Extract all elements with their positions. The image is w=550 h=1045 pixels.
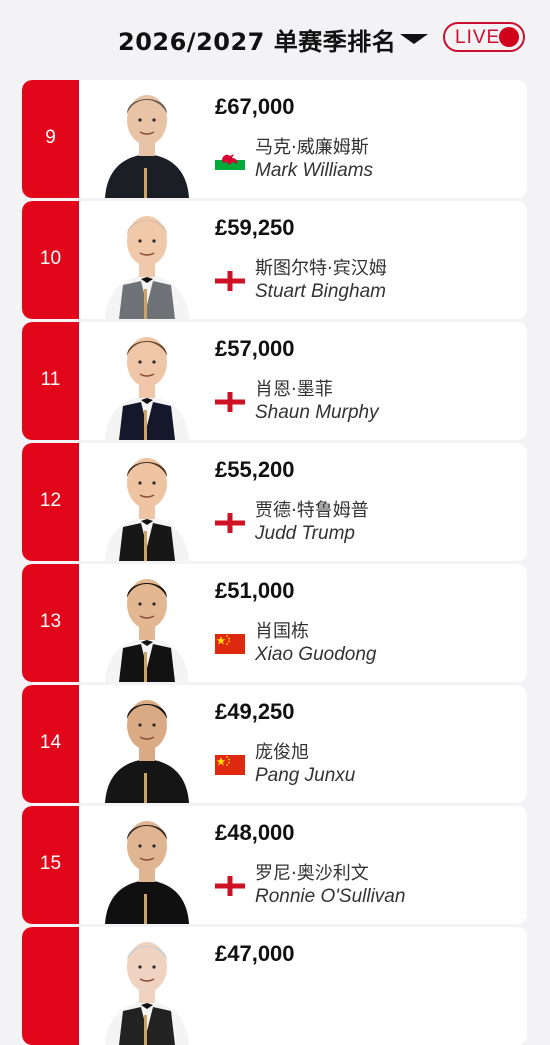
player-photo [97, 84, 197, 198]
player-card[interactable]: 12 £55,200 贾德·特鲁姆普 Judd Trump [22, 443, 527, 561]
rank-number: 11 [40, 369, 61, 390]
player-name-chinese: 庞俊旭 [255, 742, 309, 763]
player-name-english: Pang Junxu [255, 765, 356, 786]
player-card[interactable]: 15 £48,000 罗尼·奥沙利文 Ronnie O'Sullivan [22, 806, 527, 924]
player-card[interactable]: £47,000 [22, 927, 527, 1045]
ranking-list: 9 £67,000 马克·威廉姆斯 Mark Williams 10 £59,250 斯图尔… [0, 0, 550, 1045]
wales-flag-icon [215, 150, 245, 170]
player-name-english: Mark Williams [255, 160, 374, 181]
england-flag-icon [215, 271, 245, 291]
player-name-chinese: 斯图尔特·宾汉姆 [255, 258, 387, 279]
rank-number: 12 [39, 490, 62, 511]
player-name-english: Xiao Guodong [255, 644, 377, 665]
player-name-english: Shaun Murphy [255, 402, 379, 423]
england-flag-icon [215, 876, 245, 896]
rank-number: 9 [45, 127, 56, 148]
player-name-chinese: 罗尼·奥沙利文 [255, 863, 369, 884]
player-name-chinese: 贾德·特鲁姆普 [255, 500, 369, 521]
player-card[interactable]: 13 £51,000 肖国栋 Xiao Guodong [22, 564, 527, 682]
rank-number: 15 [39, 853, 62, 874]
rank-badge: 14 [22, 685, 79, 803]
player-name-english: Ronnie O'Sullivan [255, 886, 406, 907]
rank-badge: 13 [22, 564, 79, 682]
rank-number: 13 [39, 611, 62, 632]
prize-money: £55,200 [215, 457, 295, 482]
prize-money: £57,000 [215, 336, 295, 361]
rank-badge: 10 [22, 201, 79, 319]
england-flag-icon [215, 513, 245, 533]
player-name-english: Judd Trump [255, 523, 355, 544]
prize-money: £47,000 [215, 941, 295, 966]
rank-badge: 11 [22, 322, 79, 440]
player-name-chinese: 肖恩·墨菲 [255, 379, 333, 400]
player-photo [97, 326, 197, 440]
player-photo [97, 568, 197, 682]
rank-badge: 9 [22, 80, 79, 198]
rank-badge: 12 [22, 443, 79, 561]
player-photo [97, 689, 197, 803]
player-card[interactable]: 14 £49,250 庞俊旭 Pang Junxu [22, 685, 527, 803]
england-flag-icon [215, 392, 245, 412]
prize-money: £67,000 [215, 94, 295, 119]
player-photo [97, 205, 197, 319]
player-name-english: Stuart Bingham [255, 281, 386, 302]
rank-number: 10 [39, 248, 62, 269]
player-card[interactable]: 11 £57,000 肖恩·墨菲 Shaun Murphy [22, 322, 527, 440]
player-photo [97, 931, 197, 1045]
prize-money: £48,000 [215, 820, 295, 845]
player-photo [97, 447, 197, 561]
rank-number: 14 [39, 732, 62, 753]
prize-money: £49,250 [215, 699, 295, 724]
player-name-chinese: 肖国栋 [255, 621, 309, 642]
prize-money: £51,000 [215, 578, 295, 603]
player-card[interactable]: 10 £59,250 斯图尔特·宾汉姆 Stuart Bingham [22, 201, 527, 319]
prize-money: £59,250 [215, 215, 295, 240]
rank-badge [22, 927, 79, 1045]
player-photo [97, 810, 197, 924]
player-card[interactable]: 9 £67,000 马克·威廉姆斯 Mark Williams [22, 80, 527, 198]
china-flag-icon [215, 755, 245, 775]
rank-badge: 15 [22, 806, 79, 924]
player-name-chinese: 马克·威廉姆斯 [255, 137, 369, 158]
china-flag-icon [215, 634, 245, 654]
